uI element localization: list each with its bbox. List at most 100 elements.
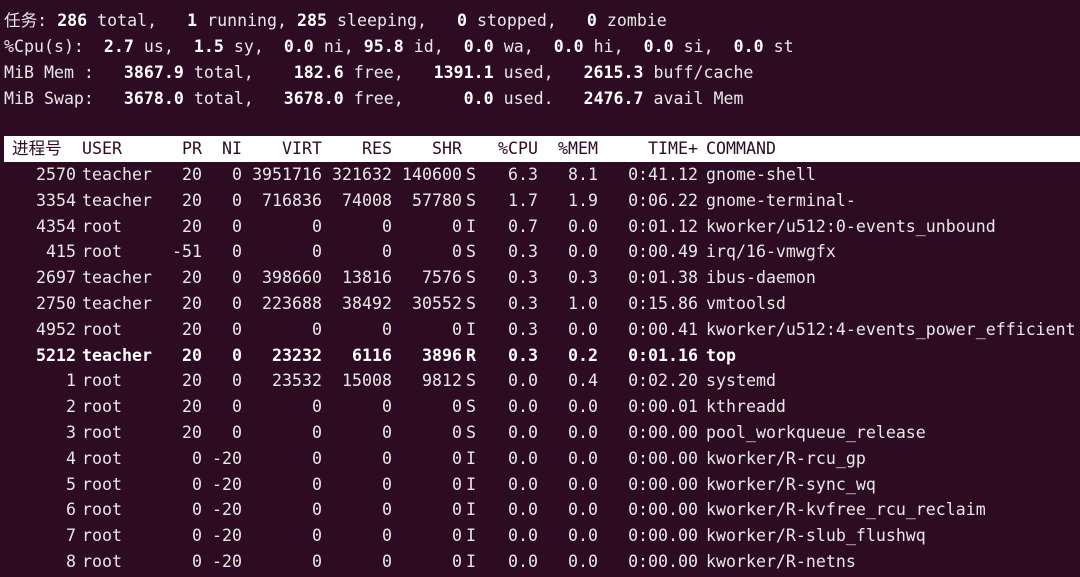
cpu-hi-label: hi,	[593, 37, 624, 56]
header-col-res[interactable]: RES	[324, 136, 392, 162]
col-ni-cell: -20	[212, 526, 242, 546]
table-row[interactable]: 4354 root 20 0 0 0 0 I 0.7 0.0 0:01.12 kworker/u512…	[4, 214, 1080, 240]
col-mem-cell: 0.0	[568, 242, 598, 262]
col-s-cell: I	[466, 552, 476, 571]
col-command-cell: kworker/u512:0-events_unbound	[706, 216, 996, 236]
col-time-cell: 0:00.00	[628, 500, 698, 520]
col-s-cell: S	[466, 371, 476, 391]
col-pid-cell: 2750	[36, 294, 76, 313]
cpu-summary: %Cpu(s): 2.7 us, 1.5 sy, 0.0 ni, 95.8 id…	[4, 34, 794, 60]
col-shr-cell: 0	[452, 423, 462, 442]
col-res-cell: 0	[382, 319, 392, 339]
col-command-cell: kworker/u512:4-events_power_efficient	[706, 319, 1076, 339]
col-pr-cell: 20	[182, 268, 202, 288]
col-shr-cell: 0	[452, 448, 462, 468]
col-pid-cell: 3354	[36, 190, 76, 210]
col-ni-cell: -20	[212, 474, 242, 494]
col-res-cell: 0	[382, 423, 392, 442]
col-cpu-cell: 0.0	[508, 397, 538, 417]
col-s-cell: I	[466, 526, 476, 546]
swap-total-label: total,	[193, 89, 254, 108]
header-col-time[interactable]: TIME+	[604, 136, 698, 162]
col-res-cell: 0	[382, 448, 392, 468]
table-row[interactable]: 3354 teacher 20 0 716836 74008 57780 S 1.7 1.9 0:0…	[4, 188, 1080, 214]
tasks-stopped: 0	[456, 11, 467, 30]
col-ni-cell: -20	[212, 552, 242, 571]
col-res-cell: 0	[382, 474, 392, 494]
col-time-cell: 0:01.12	[628, 216, 698, 236]
col-pid-cell: 5	[66, 474, 76, 494]
header-col-shr[interactable]: SHR	[394, 136, 462, 162]
col-cpu-cell: 6.3	[508, 165, 538, 184]
header-col-virt[interactable]: VIRT	[244, 136, 322, 162]
col-cpu-cell: 0.0	[508, 552, 538, 571]
col-cpu-cell: 0.0	[508, 371, 538, 391]
col-command-cell: kworker/R-slub_flushwq	[706, 526, 926, 546]
col-res-cell: 6116	[352, 345, 392, 365]
mem-used: 1391.1	[433, 63, 494, 82]
col-pr-cell: 20	[182, 319, 202, 339]
terminal-window: 任务: 286 total, 1 running, 285 sleeping, …	[0, 0, 1080, 577]
table-row[interactable]: 7 root 0 -20 0 0 0 I 0.0 0.0 0:00.00 kworker/R-slub…	[4, 523, 1080, 549]
cpu-id: 95.8	[363, 37, 404, 56]
swap-free: 3678.0	[283, 89, 344, 108]
col-pr-cell: -51	[172, 242, 202, 262]
col-command-cell: vmtoolsd	[706, 294, 786, 313]
table-row[interactable]: 5 root 0 -20 0 0 0 I 0.0 0.0 0:00.00 kworker/R-sync…	[4, 472, 1080, 498]
col-virt-cell: 0	[312, 423, 322, 442]
tasks-total-label: total,	[97, 11, 158, 30]
col-pid-cell: 415	[46, 242, 76, 262]
col-user-cell: teacher	[82, 165, 152, 184]
tasks-zombie-label: zombie	[606, 11, 667, 30]
col-shr-cell: 0	[452, 500, 462, 520]
col-pr-cell: 20	[182, 294, 202, 313]
col-pid-cell: 4354	[36, 216, 76, 236]
col-command-cell: pool_workqueue_release	[706, 423, 926, 442]
col-mem-cell: 0.2	[568, 345, 598, 365]
col-mem-cell: 0.0	[568, 526, 598, 546]
col-virt-cell: 398660	[262, 268, 322, 288]
header-col-cpu[interactable]: %CPU	[488, 136, 538, 162]
col-command-cell: ibus-daemon	[706, 268, 816, 288]
col-pid-cell: 5212	[36, 345, 76, 365]
header-col-user[interactable]: USER	[82, 136, 172, 162]
col-shr-cell: 3896	[422, 345, 462, 365]
cpu-id-label: id,	[413, 37, 444, 56]
table-row[interactable]: 415 root -51 0 0 0 0 S 0.3 0.0 0:00.49 irq/16-vmwgf…	[4, 239, 1080, 265]
table-row[interactable]: 1 root 20 0 23532 15008 9812 S 0.0 0.4 0:02.20 syst…	[4, 368, 1080, 394]
col-pr-cell: 0	[192, 448, 202, 468]
col-pr-cell: 0	[192, 552, 202, 571]
table-row[interactable]: 2697 teacher 20 0 398660 13816 7576 S 0.3 0.3 0:01…	[4, 265, 1080, 291]
col-cpu-cell: 0.3	[508, 268, 538, 288]
col-cpu-cell: 0.0	[508, 500, 538, 520]
col-cpu-cell: 0.0	[508, 448, 538, 468]
header-col-command[interactable]: COMMAND	[706, 136, 906, 162]
table-row[interactable]: 8 root 0 -20 0 0 0 I 0.0 0.0 0:00.00 kworker/R-netn…	[4, 549, 1080, 575]
header-col-pr[interactable]: PR	[172, 136, 202, 162]
cpu-wa: 0.0	[463, 37, 494, 56]
table-row[interactable]: 3 root 20 0 0 0 0 S 0.0 0.0 0:00.00 pool_workqueue_…	[4, 420, 1080, 446]
header-col-pid[interactable]: 进程号	[12, 136, 76, 162]
table-row[interactable]: 2750 teacher 20 0 223688 38492 30552 S 0.3 1.0 0:1…	[4, 291, 1080, 317]
table-row[interactable]: 4952 root 20 0 0 0 0 I 0.3 0.0 0:00.41 kworker/u512…	[4, 317, 1080, 343]
col-user-cell: root	[82, 319, 122, 339]
col-s-cell: R	[466, 345, 476, 365]
table-row[interactable]: 5212 teacher 20 0 23232 6116 3896 R 0.3 0.2 0:01.1…	[4, 343, 1080, 369]
table-row[interactable]: 2570 teacher 20 0 3951716 321632 140600 S 6.3 8.1…	[4, 162, 1080, 188]
col-command-cell: kthreadd	[706, 397, 786, 417]
col-ni-cell: -20	[212, 500, 242, 520]
col-time-cell: 0:00.00	[628, 474, 698, 494]
table-row[interactable]: 4 root 0 -20 0 0 0 I 0.0 0.0 0:00.00 kworker/R-rcu_…	[4, 446, 1080, 472]
col-time-cell: 0:01.16	[628, 345, 698, 365]
header-col-mem[interactable]: %MEM	[548, 136, 598, 162]
table-row[interactable]: 2 root 20 0 0 0 0 S 0.0 0.0 0:00.01 kthreadd	[4, 394, 1080, 420]
header-col-ni[interactable]: NI	[204, 136, 242, 162]
swap-avail: 2476.7	[583, 89, 644, 108]
table-row[interactable]: 6 root 0 -20 0 0 0 I 0.0 0.0 0:00.00 kworker/R-kvfr…	[4, 497, 1080, 523]
col-command-cell: gnome-terminal-	[706, 190, 856, 210]
col-cpu-cell: 0.0	[508, 474, 538, 494]
col-pr-cell: 20	[182, 190, 202, 210]
col-user-cell: root	[82, 474, 122, 494]
col-pr-cell: 20	[182, 165, 202, 184]
col-shr-cell: 0	[452, 242, 462, 262]
